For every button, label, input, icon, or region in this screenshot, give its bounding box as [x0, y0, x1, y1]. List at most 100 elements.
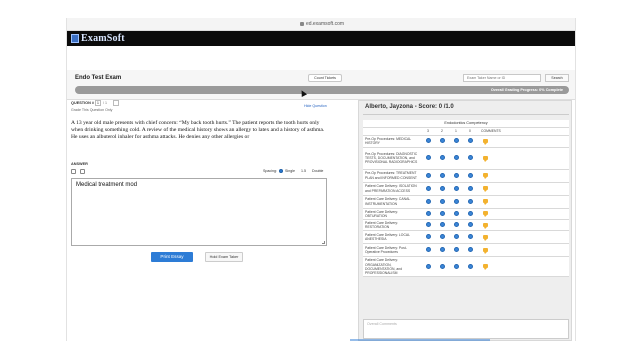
score-0-radio-icon[interactable] [467, 138, 473, 143]
comment-note-icon[interactable] [483, 222, 488, 229]
student-score-heading: Alberto, Jayzona - Score: 0 /1.0 [365, 104, 454, 110]
score-3-radio-icon[interactable] [425, 185, 431, 191]
comment-note-icon[interactable] [483, 199, 488, 205]
grade-only-link[interactable]: Grade This Question Only [71, 108, 112, 112]
comment-note-icon[interactable] [483, 211, 488, 218]
hide-question-link[interactable]: Hide Question [304, 104, 327, 108]
comment-note-icon[interactable] [483, 173, 488, 179]
score-1-radio-icon[interactable] [453, 138, 459, 143]
score-2-radio-icon[interactable] [439, 263, 445, 269]
score-2-radio-icon[interactable] [439, 185, 445, 191]
comment-note-icon[interactable] [483, 234, 488, 241]
score-3-radio-icon[interactable] [425, 247, 431, 253]
score-2-radio-icon[interactable] [439, 210, 445, 216]
comment-cell [477, 135, 569, 148]
score-cell [463, 169, 477, 183]
score-3-radio-icon[interactable] [425, 155, 431, 160]
rubric-item-label: Patient Care Delivery: ISOLATION and PRE… [363, 182, 421, 196]
zoom-in-icon[interactable] [71, 169, 76, 174]
spacing-option-double[interactable]: Double [312, 169, 323, 173]
score-3-radio-icon[interactable] [425, 198, 431, 204]
rubric-header-0: 0 [463, 127, 477, 136]
spacing-option-1-5[interactable]: 1.5 [301, 169, 306, 173]
score-0-radio-icon[interactable] [467, 247, 473, 253]
score-2-radio-icon[interactable] [439, 247, 445, 253]
browser-address-bar[interactable]: ed.examsoft.com [67, 18, 575, 31]
scroll-indicator [350, 339, 490, 341]
score-2-radio-icon[interactable] [439, 222, 445, 228]
score-2-radio-icon[interactable] [439, 155, 445, 160]
next-question-button[interactable] [113, 100, 119, 106]
rubric-item-label: Pre-Op Procedures: MEDICAL HISTORY [363, 135, 421, 148]
comment-cell [477, 230, 569, 245]
question-number-field[interactable]: 1 [95, 100, 101, 106]
answer-text-area[interactable]: Medical treatment mod [71, 178, 327, 246]
lock-icon [299, 21, 304, 26]
score-cell [449, 147, 463, 170]
spacing-option-single[interactable]: Single [285, 169, 295, 173]
score-3-radio-icon[interactable] [425, 138, 431, 143]
question-total: / 1 [103, 101, 107, 105]
score-1-radio-icon[interactable] [453, 155, 459, 160]
hold-exam-taker-button[interactable]: Hold Exam Taker [205, 252, 243, 262]
score-1-radio-icon[interactable] [453, 263, 459, 269]
score-3-radio-icon[interactable] [425, 222, 431, 228]
score-3-radio-icon[interactable] [425, 263, 431, 269]
comment-cell [477, 147, 569, 170]
rubric-header-2: 2 [435, 127, 449, 136]
comment-cell [477, 169, 569, 183]
comment-note-icon[interactable] [483, 155, 488, 162]
score-0-radio-icon[interactable] [467, 185, 473, 191]
examsoft-logo[interactable]: ExamSoft [71, 33, 125, 44]
zoom-out-icon[interactable] [80, 169, 85, 174]
question-label: QUESTION # [71, 101, 94, 105]
rubric-row: Pre-Op Procedures: DIAGNOSTIC TESTS, DOC… [363, 147, 569, 170]
search-button[interactable]: Search [545, 74, 569, 82]
rubric-row: Patient Care Delivery: CANAL INSTRUMENTA… [363, 195, 569, 209]
score-1-radio-icon[interactable] [453, 185, 459, 191]
score-cell [449, 195, 463, 209]
comment-note-icon[interactable] [483, 138, 488, 145]
print-essay-button[interactable]: Print Essay [151, 252, 193, 262]
question-text: A 13 year old male presents with chief c… [71, 120, 325, 140]
score-3-radio-icon[interactable] [425, 210, 431, 216]
score-cell [435, 195, 449, 209]
score-0-radio-icon[interactable] [467, 172, 473, 178]
brand-bar: ExamSoft [67, 31, 575, 46]
score-2-radio-icon[interactable] [439, 234, 445, 240]
score-0-radio-icon[interactable] [467, 263, 473, 269]
score-1-radio-icon[interactable] [453, 222, 459, 228]
score-1-radio-icon[interactable] [453, 198, 459, 204]
score-cell [449, 182, 463, 196]
comment-note-icon[interactable] [483, 264, 488, 271]
score-3-radio-icon[interactable] [425, 234, 431, 240]
score-2-radio-icon[interactable] [439, 138, 445, 143]
comment-note-icon[interactable] [483, 247, 488, 254]
score-3-radio-icon[interactable] [425, 172, 431, 178]
rubric-header-1: 1 [449, 127, 463, 136]
score-1-radio-icon[interactable] [453, 172, 459, 178]
score-0-radio-icon[interactable] [467, 222, 473, 228]
count-tickets-button[interactable]: Count Tickets [308, 74, 342, 82]
score-1-radio-icon[interactable] [453, 234, 459, 240]
spacing-single-radio[interactable] [279, 169, 283, 173]
score-0-radio-icon[interactable] [467, 155, 473, 160]
score-0-radio-icon[interactable] [467, 234, 473, 240]
score-cell [449, 135, 463, 148]
score-cell [421, 147, 435, 170]
search-input[interactable] [463, 74, 541, 82]
score-1-radio-icon[interactable] [453, 247, 459, 253]
comment-cell [477, 182, 569, 196]
resize-handle-icon[interactable] [322, 241, 325, 244]
overall-comments-field[interactable]: Overall Comments [363, 319, 569, 339]
exam-title: Endo Test Exam [75, 75, 122, 81]
comment-note-icon[interactable] [483, 186, 488, 192]
score-2-radio-icon[interactable] [439, 198, 445, 204]
score-cell [463, 147, 477, 170]
score-0-radio-icon[interactable] [467, 198, 473, 204]
score-1-radio-icon[interactable] [453, 210, 459, 216]
score-cell [449, 219, 463, 232]
score-2-radio-icon[interactable] [439, 172, 445, 178]
score-0-radio-icon[interactable] [467, 210, 473, 216]
score-cell [449, 208, 463, 220]
